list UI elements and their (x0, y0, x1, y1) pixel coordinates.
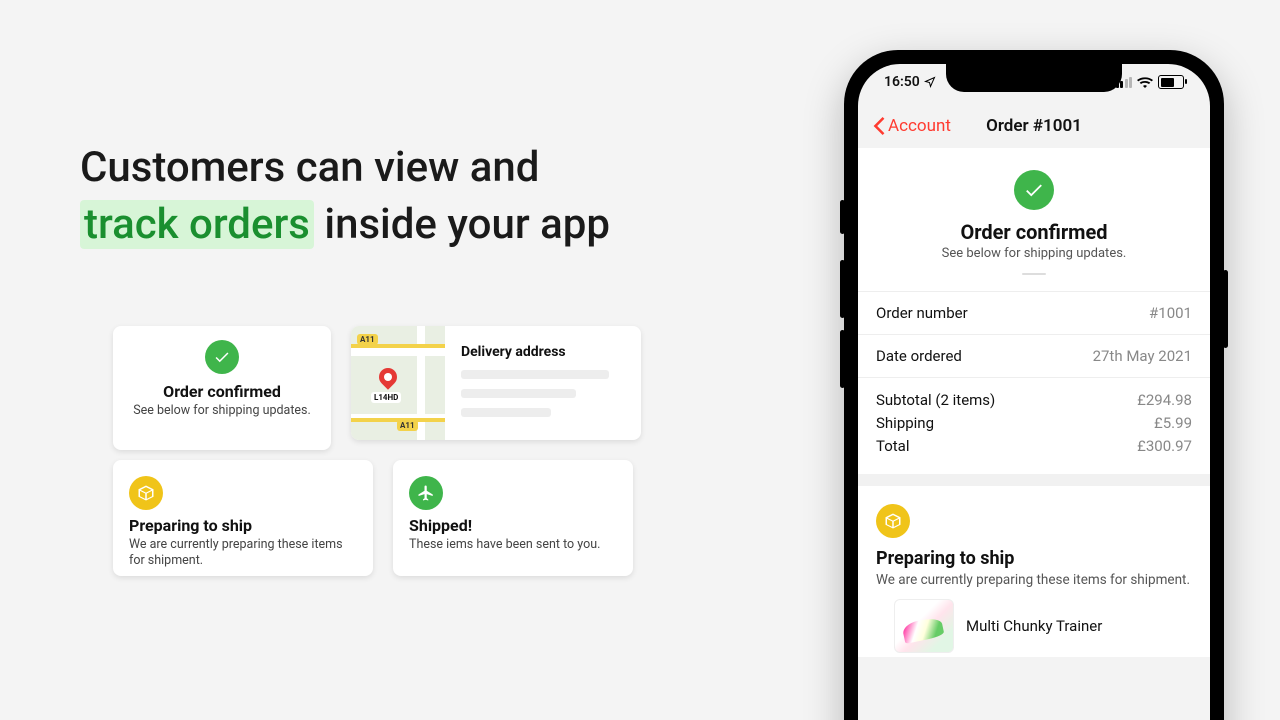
back-button[interactable]: Account (872, 116, 951, 136)
card-title: Order confirmed (113, 382, 331, 401)
phone-mockup: 16:50 Account Order #1001 (844, 50, 1224, 720)
product-name: Multi Chunky Trainer (966, 617, 1102, 635)
map-pin-icon (375, 364, 400, 389)
product-thumb (894, 599, 954, 653)
phone-side-button (840, 260, 845, 318)
phone-side-button (1223, 270, 1228, 348)
card-sub: We are currently preparing these items f… (129, 537, 357, 570)
card-delivery-address: A11 A11 L14HD Delivery address (351, 326, 641, 440)
road-shield: A11 (357, 334, 378, 345)
hero-title: Order confirmed (876, 220, 1192, 244)
map-postcode: L14HD (371, 392, 401, 403)
headline-line1: Customers can view and (80, 143, 539, 192)
phone-side-button (840, 330, 845, 388)
order-details: Order number #1001 Date ordered 27th May… (858, 291, 1210, 474)
card-title: Preparing to ship (129, 516, 357, 535)
shipment-sub: We are currently preparing these items f… (876, 571, 1192, 589)
box-icon (129, 476, 163, 510)
card-sub: See below for shipping updates. (113, 403, 331, 419)
phone-notch (946, 64, 1122, 92)
headline-highlight: track orders (80, 200, 314, 249)
shipment-panel: Preparing to ship We are currently prepa… (858, 486, 1210, 657)
card-shipped: Shipped! These iems have been sent to yo… (393, 460, 633, 576)
card-title: Shipped! (409, 516, 617, 535)
mini-map: A11 A11 L14HD (351, 326, 445, 440)
order-totals: Subtotal (2 items)£294.98 Shipping£5.99 … (858, 377, 1210, 474)
order-hero: Order confirmed See below for shipping u… (858, 148, 1210, 291)
battery-icon (1158, 75, 1184, 89)
check-icon (1014, 170, 1054, 210)
nav-bar: Account Order #1001 (858, 104, 1210, 148)
marketing-headline: Customers can view and track orders insi… (80, 140, 610, 253)
card-preparing: Preparing to ship We are currently prepa… (113, 460, 373, 576)
check-icon (205, 340, 239, 374)
status-time: 16:50 (884, 74, 920, 90)
row-order-number: Order number #1001 (858, 291, 1210, 334)
location-arrow-icon (924, 76, 936, 88)
hero-sub: See below for shipping updates. (876, 246, 1192, 261)
phone-side-button (840, 200, 845, 234)
address-line-placeholder (461, 370, 609, 379)
order-screen[interactable]: Order confirmed See below for shipping u… (858, 148, 1210, 720)
address-line-placeholder (461, 408, 551, 417)
plane-icon (409, 476, 443, 510)
row-date-ordered: Date ordered 27th May 2021 (858, 334, 1210, 377)
shipment-title: Preparing to ship (876, 548, 1192, 569)
address-line-placeholder (461, 389, 576, 398)
chevron-left-icon (872, 117, 886, 135)
line-item[interactable]: Multi Chunky Trainer (876, 589, 1192, 653)
nav-title: Order #1001 (986, 116, 1082, 136)
box-icon (876, 504, 910, 538)
card-sub: These iems have been sent to you. (409, 537, 617, 553)
wifi-icon (1137, 76, 1153, 88)
card-order-confirmed: Order confirmed See below for shipping u… (113, 326, 331, 450)
section-gap (858, 474, 1210, 486)
card-title: Delivery address (461, 344, 625, 360)
divider (1022, 273, 1046, 275)
road-shield: A11 (397, 420, 418, 431)
headline-line2-rest: inside your app (314, 200, 610, 249)
back-label: Account (888, 116, 951, 136)
